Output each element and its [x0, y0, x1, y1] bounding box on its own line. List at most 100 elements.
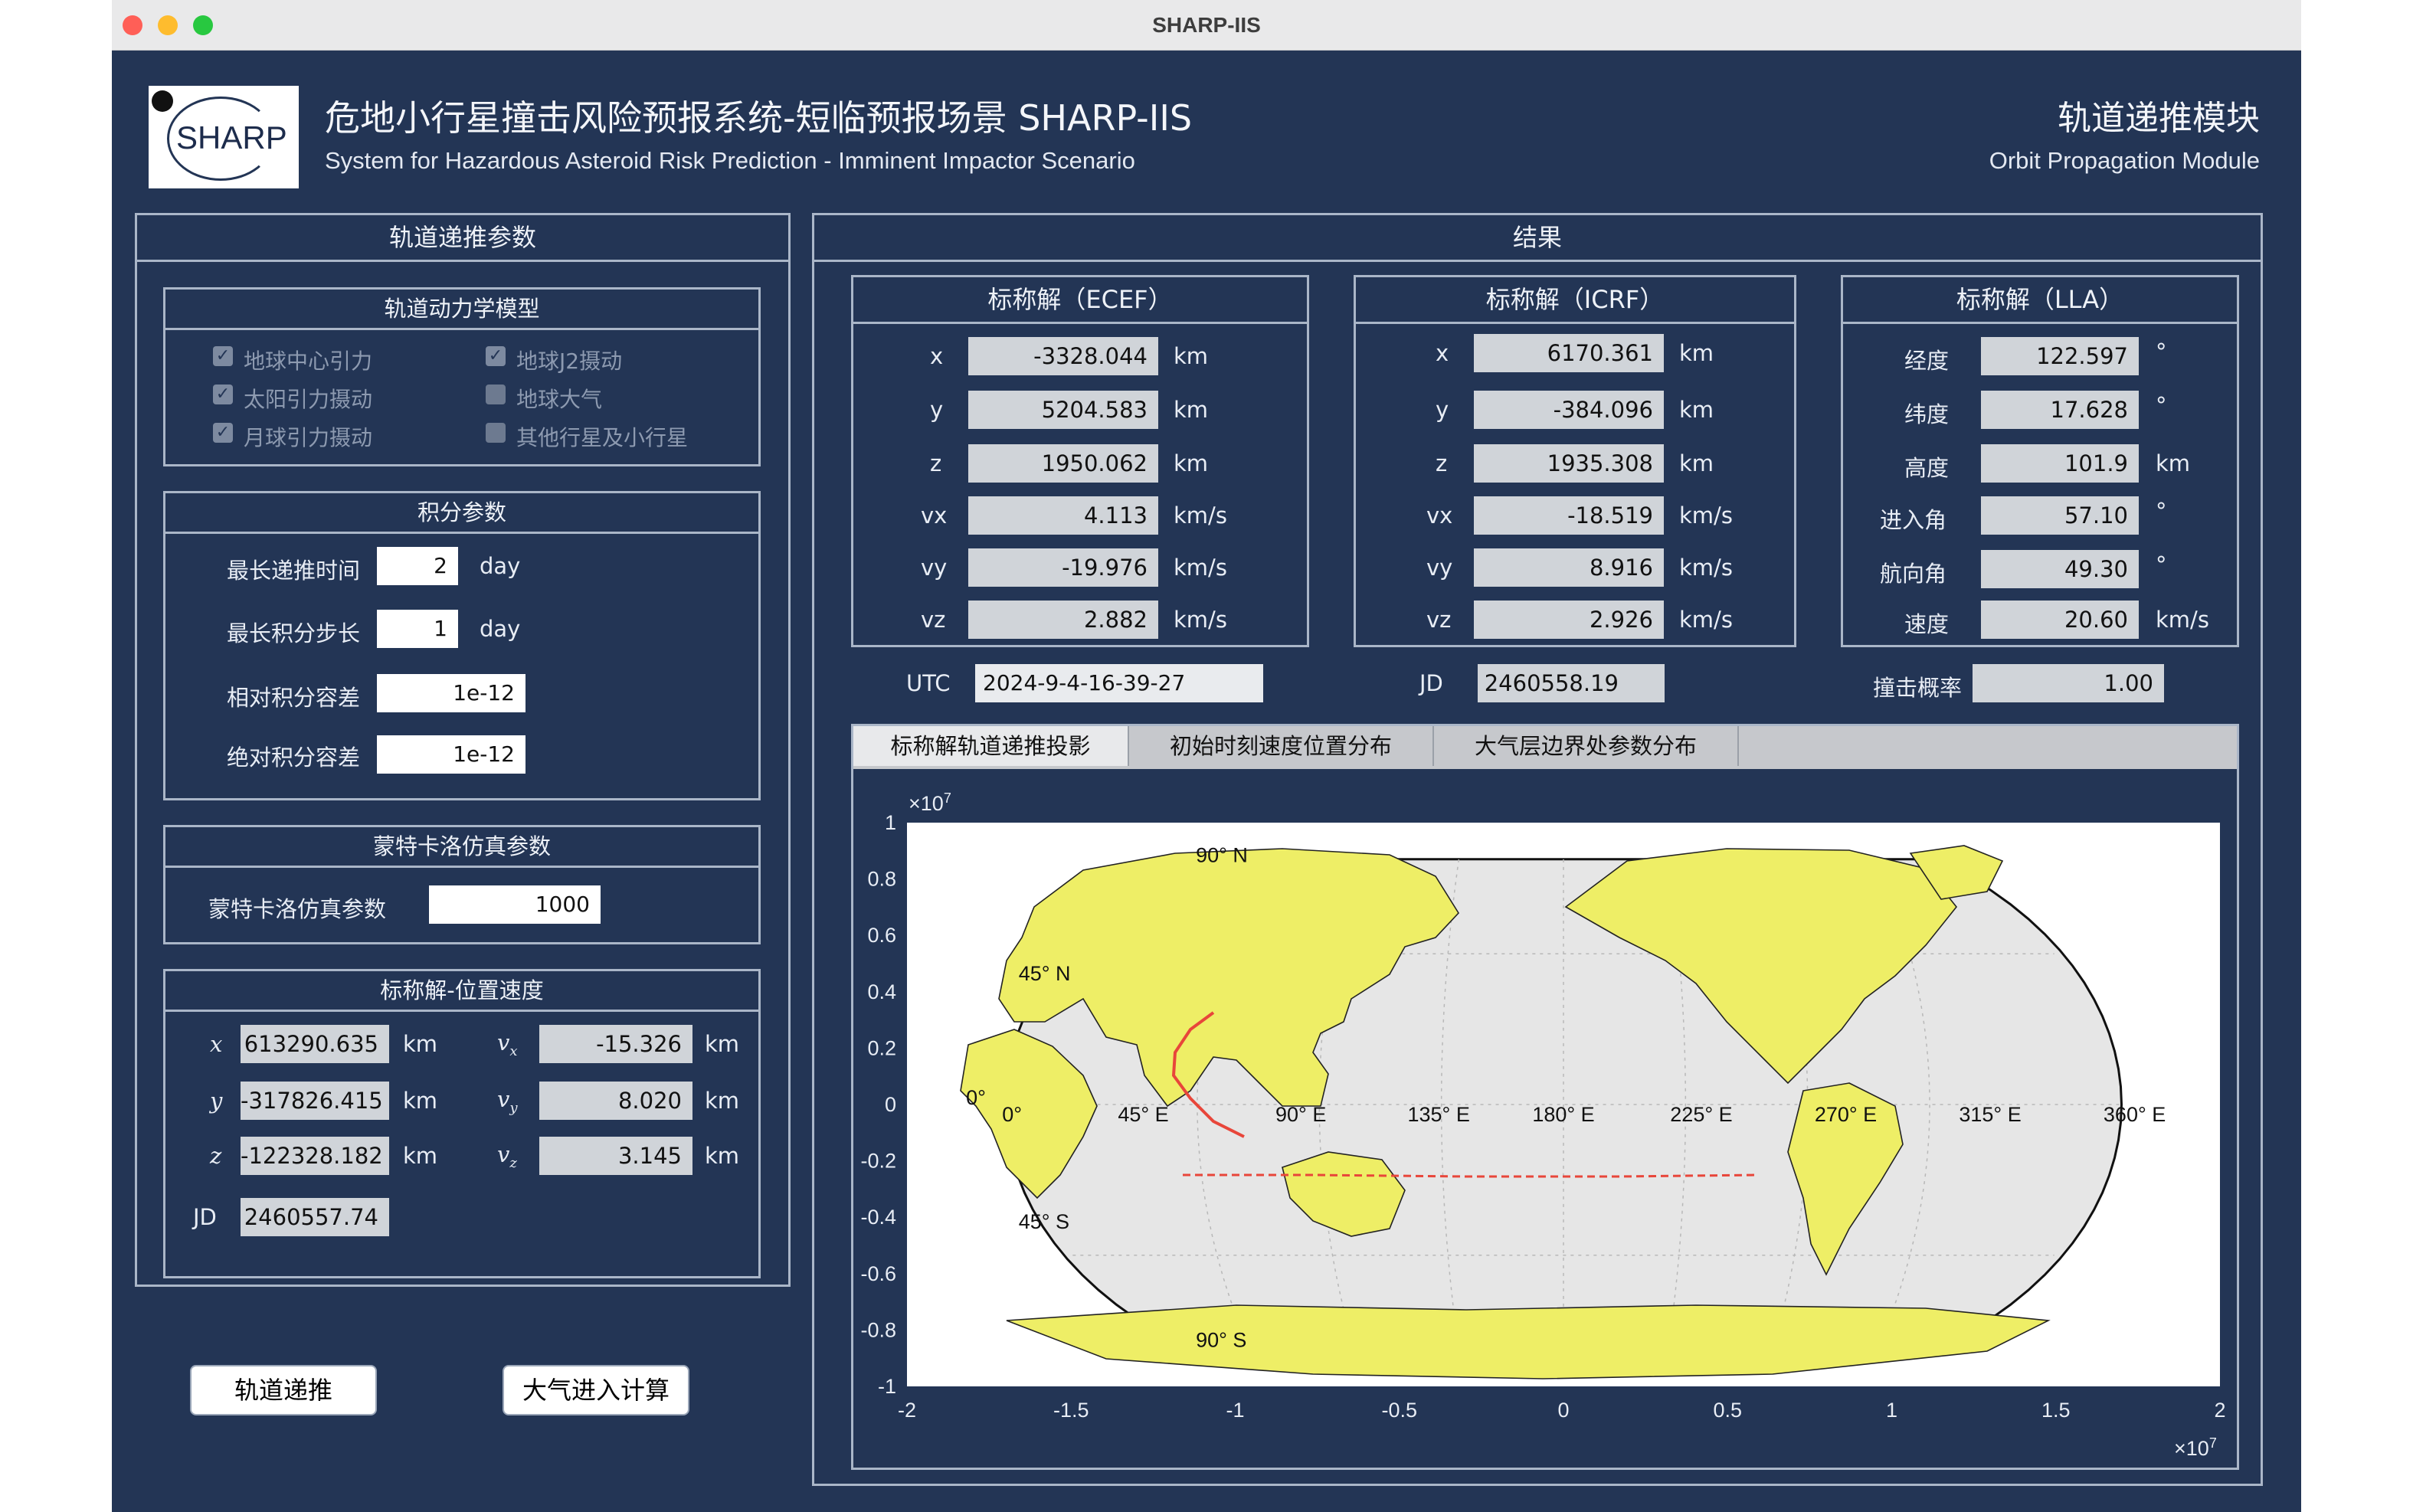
longitude-label: 360° E — [2104, 1103, 2166, 1126]
lla-speed-label: 速度 — [1904, 611, 1950, 637]
montecarlo-input[interactable]: 1000 — [429, 885, 601, 924]
x-exponent-label: ×107 — [2174, 1435, 2217, 1460]
y-tick-label: -0.4 — [860, 1206, 896, 1229]
lla-heading-value: 49.30 — [1981, 550, 2139, 588]
icrf-vy-unit: km/s — [1679, 555, 1733, 581]
lla-group: 标称解（LLA） 经度 122.597 ° 纬度 17.628 ° 高度 101… — [1841, 275, 2239, 647]
checkbox-icon[interactable] — [486, 385, 506, 404]
longitude-label: 90° E — [1275, 1103, 1326, 1126]
jd-label: JD — [193, 1204, 217, 1230]
max-step-unit: day — [480, 616, 521, 642]
max-time-unit: day — [480, 553, 521, 579]
checkbox-icon[interactable]: ✓ — [213, 423, 233, 443]
icrf-z-label: z — [1436, 450, 1448, 476]
nominal-state-group: 标称解-位置速度 x 613290.635 km y -317826.415 k… — [163, 969, 761, 1278]
plot-tab-container: 标称解轨道递推投影 初始时刻速度位置分布 大气层边界处参数分布 -2 -1.5 -1… — [851, 724, 2239, 1470]
vy-unit: km — [705, 1088, 740, 1114]
lla-title: 标称解（LLA） — [1843, 277, 2237, 324]
checkbox-icon[interactable]: ✓ — [213, 346, 233, 366]
latitude-label: 90° S — [1196, 1328, 1246, 1351]
module-title-en: Orbit Propagation Module — [1989, 147, 2260, 174]
vz-value: 3.145 — [539, 1137, 692, 1175]
latitude-label: 0° — [966, 1086, 986, 1109]
lla-lon-label: 经度 — [1904, 348, 1950, 374]
max-step-label: 最长积分步长 — [227, 620, 361, 646]
jd-value: 2460557.74 — [241, 1198, 389, 1236]
atmosphere-entry-button[interactable]: 大气进入计算 — [503, 1365, 689, 1415]
lla-alt-unit: km — [2156, 450, 2191, 476]
y-tick-label: -0.2 — [860, 1150, 896, 1173]
module-title-cn: 轨道递推模块 — [2058, 99, 2260, 138]
ecef-x-value: -3328.044 — [968, 337, 1158, 375]
lla-speed-unit: km/s — [2156, 607, 2209, 633]
sharp-logo: SHARP — [149, 86, 299, 188]
x-tick-label: -1 — [1226, 1399, 1244, 1422]
y-tick-label: 0 — [885, 1093, 896, 1116]
x-tick-label: 2 — [2214, 1399, 2225, 1422]
longitude-label: 45° E — [1118, 1103, 1168, 1126]
ecef-x-unit: km — [1174, 343, 1209, 369]
ecef-vy-unit: km/s — [1174, 555, 1227, 581]
icrf-vz-label: vz — [1426, 607, 1452, 633]
results-title: 结果 — [814, 215, 2261, 262]
lla-heading-label: 航向角 — [1880, 561, 1947, 587]
vy-value: 8.020 — [539, 1082, 692, 1120]
ecef-x-label: x — [930, 343, 944, 369]
icrf-group: 标称解（ICRF） x 6170.361 km y -384.096 km z … — [1354, 275, 1796, 647]
tab-nominal-projection[interactable]: 标称解轨道递推投影 — [853, 726, 1129, 766]
tab-atmosphere-boundary[interactable]: 大气层边界处参数分布 — [1434, 726, 1739, 766]
y-tick-label: 0.6 — [867, 924, 896, 947]
lla-alt-label: 高度 — [1904, 455, 1950, 481]
impact-prob-label: 撞击概率 — [1873, 675, 1963, 701]
jd-result-value: 2460558.19 — [1478, 664, 1665, 702]
checkbox-icon[interactable]: ✓ — [213, 385, 233, 404]
lla-heading-unit: ° — [2156, 551, 2167, 578]
icrf-vx-label: vx — [1426, 502, 1453, 529]
lla-lat-value: 17.628 — [1981, 391, 2139, 429]
icrf-z-unit: km — [1679, 450, 1714, 476]
icrf-vz-unit: km/s — [1679, 607, 1733, 633]
logo-text: SHARP — [176, 119, 287, 155]
lla-lon-unit: ° — [2156, 339, 2167, 365]
y-tick-label: -0.8 — [860, 1318, 896, 1341]
checkbox-icon[interactable]: ✓ — [486, 346, 506, 366]
ecef-z-value: 1950.062 — [968, 444, 1158, 483]
dynamics-model-title: 轨道动力学模型 — [165, 290, 758, 330]
integration-params-title: 积分参数 — [165, 493, 758, 534]
ecef-vx-unit: km/s — [1174, 502, 1227, 529]
lla-lat-label: 纬度 — [1904, 401, 1950, 427]
rel-tol-label: 相对积分容差 — [227, 685, 361, 711]
max-step-input[interactable]: 1 — [377, 610, 458, 648]
integration-params-group: 积分参数 最长递推时间 2 day 最长积分步长 1 day 相对积分容差 1e… — [163, 491, 761, 800]
vz-label: vz — [497, 1141, 517, 1171]
checkbox-icon[interactable] — [486, 423, 506, 443]
x-tick-label: 0 — [1557, 1399, 1569, 1422]
propagate-button[interactable]: 轨道递推 — [190, 1365, 377, 1415]
x-tick-label: 0.5 — [1713, 1399, 1742, 1422]
ecef-title: 标称解（ECEF） — [853, 277, 1307, 324]
app-title-en: System for Hazardous Asteroid Risk Predi… — [325, 147, 1135, 174]
icrf-vy-value: 8.916 — [1474, 548, 1664, 587]
propagation-params-title: 轨道递推参数 — [137, 215, 788, 262]
max-time-label: 最长递推时间 — [227, 558, 361, 584]
ecef-z-unit: km — [1174, 450, 1209, 476]
lla-lat-unit: ° — [2156, 392, 2167, 418]
lla-entry-angle-unit: ° — [2156, 498, 2167, 524]
ecef-vy-value: -19.976 — [968, 548, 1158, 587]
max-time-input[interactable]: 2 — [377, 547, 458, 585]
ecef-y-value: 5204.583 — [968, 391, 1158, 429]
window-title: SHARP-IIS — [1152, 13, 1261, 37]
lla-lon-value: 122.597 — [1981, 337, 2139, 375]
icrf-z-value: 1935.308 — [1474, 444, 1664, 483]
y-unit: km — [403, 1088, 438, 1114]
y-tick-label: 0.4 — [867, 980, 896, 1003]
lla-entry-angle-label: 进入角 — [1880, 507, 1947, 533]
rel-tol-input[interactable]: 1e-12 — [377, 674, 525, 712]
app-window: SHARP 危地小行星撞击风险预报系统-短临预报场景 SHARP-IIS Sys… — [112, 51, 2301, 1512]
abs-tol-input[interactable]: 1e-12 — [377, 735, 525, 774]
icrf-y-value: -384.096 — [1474, 391, 1664, 429]
latitude-label: 45° S — [1019, 1210, 1069, 1233]
tab-initial-distribution[interactable]: 初始时刻速度位置分布 — [1129, 726, 1434, 766]
icrf-x-unit: km — [1679, 340, 1714, 366]
vz-unit: km — [705, 1143, 740, 1169]
